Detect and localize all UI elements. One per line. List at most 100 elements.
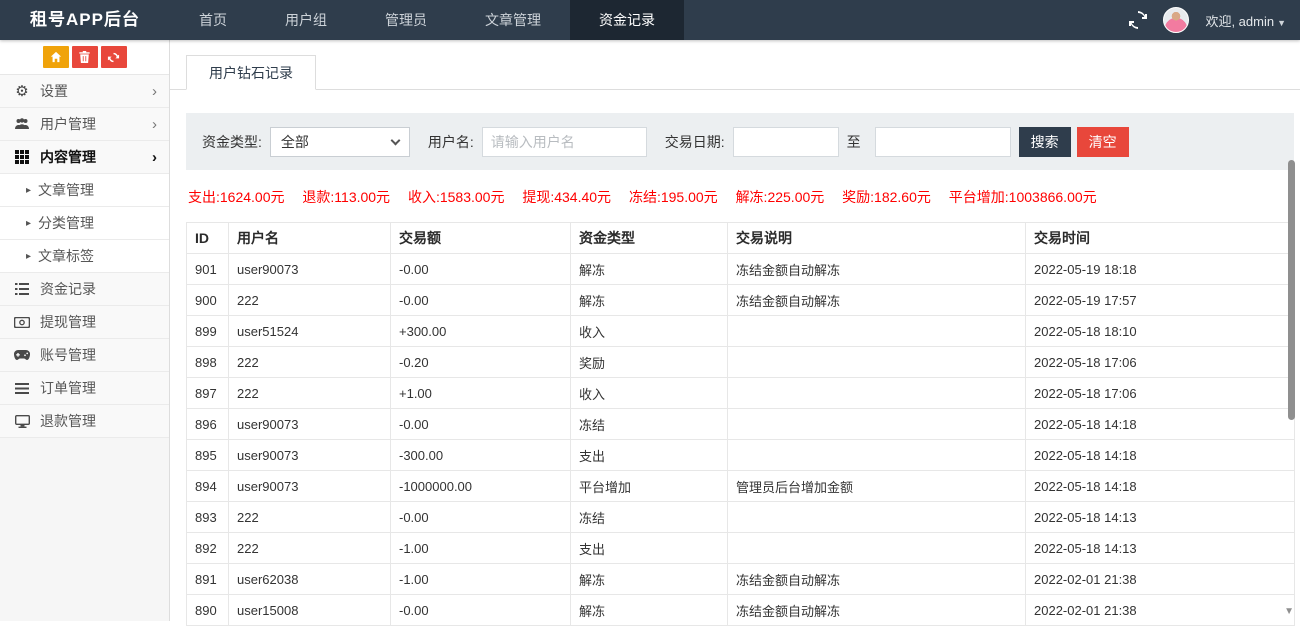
cell-amount: +1.00 bbox=[391, 378, 571, 409]
cell-amount: -0.00 bbox=[391, 502, 571, 533]
sidebar-item-label: 退款管理 bbox=[40, 411, 96, 431]
triangle-right-icon: ▸ bbox=[26, 185, 31, 196]
cell-amount: -0.00 bbox=[391, 254, 571, 285]
nav-item-articles[interactable]: 文章管理 bbox=[456, 0, 570, 40]
col-header-description: 交易说明 bbox=[728, 223, 1026, 254]
nav-item-funds[interactable]: 资金记录 bbox=[570, 0, 684, 40]
avatar[interactable] bbox=[1163, 7, 1189, 33]
users-icon bbox=[12, 118, 32, 130]
sidebar-item-label: 订单管理 bbox=[40, 378, 96, 398]
date-to-input[interactable] bbox=[875, 127, 1011, 157]
tab-bar: 用户钻石记录 bbox=[170, 55, 1300, 90]
table-row: 893 222 -0.00 冻结 2022-05-18 14:13 bbox=[187, 502, 1295, 533]
nav-item-home[interactable]: 首页 bbox=[170, 0, 256, 40]
stat-refund: 退款:113.00元 bbox=[302, 189, 390, 205]
sidebar-item-content-management[interactable]: 内容管理 › bbox=[0, 141, 169, 174]
cell-fund-type: 奖励 bbox=[571, 347, 728, 378]
clear-cache-button[interactable] bbox=[72, 46, 98, 68]
gears-icon: ⚙ bbox=[12, 84, 32, 99]
cell-time: 2022-05-18 14:18 bbox=[1026, 409, 1295, 440]
cell-description bbox=[728, 409, 1026, 440]
sidebar-item-account-management[interactable]: 账号管理 bbox=[0, 339, 169, 372]
cell-id: 901 bbox=[187, 254, 229, 285]
cell-amount: -0.00 bbox=[391, 285, 571, 316]
sidebar-item-order-management[interactable]: 订单管理 bbox=[0, 372, 169, 405]
sidebar-item-fund-records[interactable]: 资金记录 bbox=[0, 273, 169, 306]
triangle-right-icon: ▸ bbox=[26, 218, 31, 229]
vertical-scrollbar-thumb[interactable] bbox=[1288, 160, 1295, 420]
sidebar-item-label: 设置 bbox=[40, 81, 68, 101]
fund-type-label: 资金类型: bbox=[202, 132, 262, 152]
triangle-right-icon: ▸ bbox=[26, 251, 31, 262]
sidebar-item-label: 文章标签 bbox=[38, 246, 94, 266]
refresh-cache-button[interactable] bbox=[101, 46, 127, 68]
filter-panel: 资金类型: 全部 用户名: 交易日期: 至 搜索 清空 bbox=[186, 113, 1294, 170]
stat-platform-add: 平台增加:1003866.00元 bbox=[949, 189, 1097, 205]
table-header-row: ID 用户名 交易额 资金类型 交易说明 交易时间 bbox=[187, 223, 1295, 254]
user-dropdown[interactable]: 欢迎, admin▼ bbox=[1205, 11, 1286, 30]
sidebar-item-category-management[interactable]: ▸ 分类管理 bbox=[0, 207, 169, 240]
search-button[interactable]: 搜索 bbox=[1019, 127, 1071, 157]
col-header-id: ID bbox=[187, 223, 229, 254]
banknote-icon bbox=[12, 317, 32, 328]
scroll-down-arrow-icon[interactable]: ▼ bbox=[1284, 606, 1294, 617]
cell-description bbox=[728, 316, 1026, 347]
col-header-fund-type: 资金类型 bbox=[571, 223, 728, 254]
fund-type-selected-value: 全部 bbox=[281, 132, 309, 152]
table-row: 891 user62038 -1.00 解冻 冻结金额自动解冻 2022-02-… bbox=[187, 564, 1295, 595]
sidebar-item-article-tags[interactable]: ▸ 文章标签 bbox=[0, 240, 169, 273]
cell-time: 2022-05-18 17:06 bbox=[1026, 347, 1295, 378]
cell-fund-type: 冻结 bbox=[571, 409, 728, 440]
sidebar-item-article-management[interactable]: ▸ 文章管理 bbox=[0, 174, 169, 207]
cell-amount: +300.00 bbox=[391, 316, 571, 347]
username-label: 用户名: bbox=[428, 132, 474, 152]
cell-description bbox=[728, 440, 1026, 471]
table-row: 894 user90073 -1000000.00 平台增加 管理员后台增加金额… bbox=[187, 471, 1295, 502]
cell-fund-type: 解冻 bbox=[571, 254, 728, 285]
top-nav: 首页 用户组 管理员 文章管理 资金记录 bbox=[170, 0, 684, 40]
col-header-username: 用户名 bbox=[229, 223, 391, 254]
sidebar-item-user-management[interactable]: 用户管理 › bbox=[0, 108, 169, 141]
sidebar-item-settings[interactable]: ⚙ 设置 › bbox=[0, 75, 169, 108]
chevron-down-icon: ▼ bbox=[1277, 18, 1286, 28]
sidebar-quick-buttons bbox=[0, 40, 169, 75]
bars-icon bbox=[12, 383, 32, 394]
cell-fund-type: 支出 bbox=[571, 533, 728, 564]
cell-time: 2022-05-18 14:13 bbox=[1026, 502, 1295, 533]
cell-username: user90073 bbox=[229, 440, 391, 471]
username-input[interactable] bbox=[482, 127, 647, 157]
stat-withdraw: 提现:434.40元 bbox=[522, 189, 611, 205]
table-row: 898 222 -0.20 奖励 2022-05-18 17:06 bbox=[187, 347, 1295, 378]
chevron-right-icon: › bbox=[152, 149, 157, 166]
fund-type-select[interactable]: 全部 bbox=[270, 127, 410, 157]
cell-time: 2022-05-19 18:18 bbox=[1026, 254, 1295, 285]
sidebar-item-withdrawal-management[interactable]: 提现管理 bbox=[0, 306, 169, 339]
cell-description: 冻结金额自动解冻 bbox=[728, 285, 1026, 316]
cell-time: 2022-05-18 17:06 bbox=[1026, 378, 1295, 409]
refresh-icon[interactable] bbox=[1129, 11, 1147, 29]
col-header-time: 交易时间 bbox=[1026, 223, 1295, 254]
cell-username: 222 bbox=[229, 285, 391, 316]
cell-time: 2022-05-18 14:18 bbox=[1026, 471, 1295, 502]
top-header: 租号APP后台 首页 用户组 管理员 文章管理 资金记录 欢迎, admin▼ bbox=[0, 0, 1300, 40]
date-from-input[interactable] bbox=[733, 127, 839, 157]
sidebar-item-label: 账号管理 bbox=[40, 345, 96, 365]
sidebar-item-label: 文章管理 bbox=[38, 180, 94, 200]
cell-description: 管理员后台增加金额 bbox=[728, 471, 1026, 502]
table-row: 897 222 +1.00 收入 2022-05-18 17:06 bbox=[187, 378, 1295, 409]
home-button[interactable] bbox=[43, 46, 69, 68]
nav-item-admins[interactable]: 管理员 bbox=[356, 0, 456, 40]
clear-button[interactable]: 清空 bbox=[1077, 127, 1129, 157]
table-row: 901 user90073 -0.00 解冻 冻结金额自动解冻 2022-05-… bbox=[187, 254, 1295, 285]
cell-username: user62038 bbox=[229, 564, 391, 595]
cell-id: 898 bbox=[187, 347, 229, 378]
cell-id: 897 bbox=[187, 378, 229, 409]
cell-time: 2022-05-18 14:13 bbox=[1026, 533, 1295, 564]
records-table: ID 用户名 交易额 资金类型 交易说明 交易时间 901 user90073 … bbox=[186, 222, 1295, 626]
tab-user-diamond-records[interactable]: 用户钻石记录 bbox=[186, 55, 316, 90]
nav-item-user-groups[interactable]: 用户组 bbox=[256, 0, 356, 40]
sidebar-item-refund-management[interactable]: 退款管理 bbox=[0, 405, 169, 438]
cell-fund-type: 支出 bbox=[571, 440, 728, 471]
cell-username: user51524 bbox=[229, 316, 391, 347]
sidebar: ⚙ 设置 › 用户管理 › 内容管理 › ▸ 文章管理 ▸ 分类管理 ▸ 文章标… bbox=[0, 40, 170, 621]
